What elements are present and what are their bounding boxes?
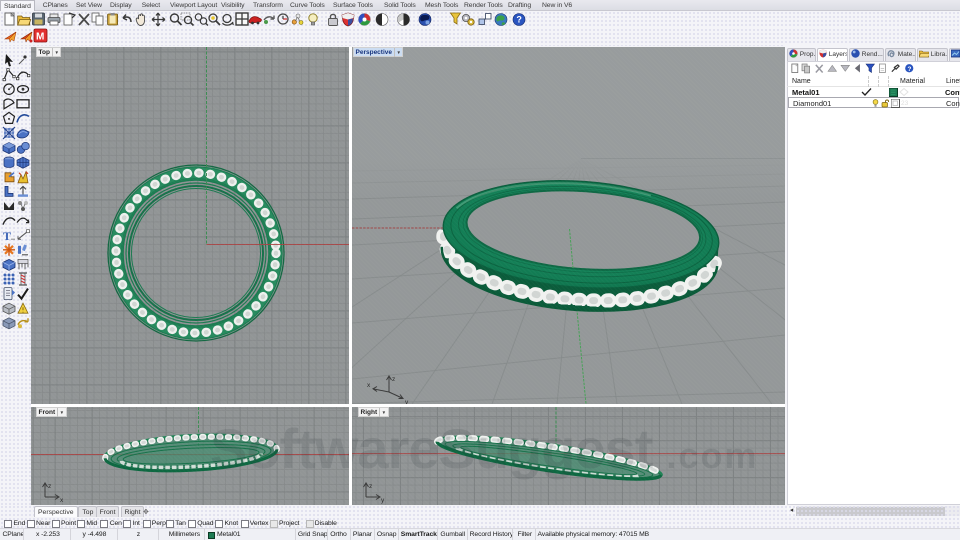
svg-text:z: z — [48, 483, 51, 490]
svg-text:z: z — [392, 376, 395, 383]
svg-text:z: z — [369, 483, 372, 490]
svg-text:?: ? — [908, 66, 912, 73]
svg-text:T: T — [3, 229, 11, 243]
svg-text:M: M — [36, 32, 44, 43]
svg-text:y: y — [381, 497, 385, 504]
svg-text:?: ? — [516, 15, 522, 25]
svg-text:x: x — [60, 497, 64, 504]
